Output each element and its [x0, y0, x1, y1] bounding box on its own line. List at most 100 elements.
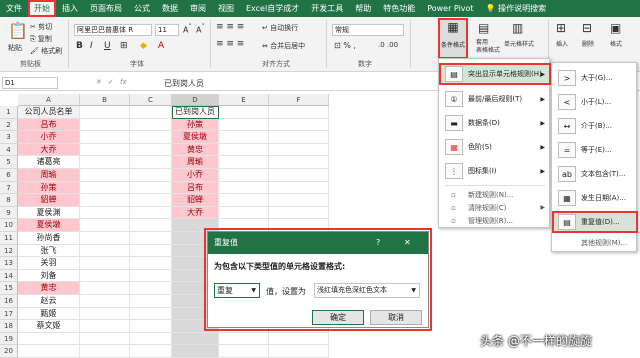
column-header-a[interactable]: A [18, 94, 80, 106]
column-header-b[interactable]: B [80, 94, 130, 106]
cell-c15[interactable] [130, 282, 172, 295]
menu-item-highlight-rules[interactable]: ▤ 突出显示单元格规则(H) ▶ [439, 63, 551, 85]
grow-font-icon[interactable]: A˄ [183, 23, 192, 35]
submenu-item-equal-to[interactable]: = 等于(E)... [552, 139, 638, 161]
cell-a17[interactable]: 甄姬 [18, 307, 80, 321]
row-header[interactable]: 20 [0, 345, 18, 358]
insert-cells-button[interactable]: 插入 [556, 39, 568, 48]
delete-cells-button[interactable]: 删除 [582, 39, 594, 48]
tab-developer[interactable]: 开发工具 [305, 0, 349, 17]
enter-icon[interactable]: ✓ [108, 78, 114, 86]
cell-b3[interactable] [80, 131, 130, 144]
help-button[interactable]: ? [376, 232, 380, 254]
cell-d4[interactable]: 黄忠 [172, 143, 219, 157]
copy-button[interactable]: ⎘ 复制 [30, 34, 52, 44]
font-name-select[interactable]: 阿里巴巴普惠体 R [74, 24, 152, 36]
cell-c5[interactable] [130, 156, 172, 169]
menu-item-color-scales[interactable]: ▦ 色阶(S) ▶ [439, 137, 551, 157]
row-header[interactable]: 14 [0, 269, 18, 283]
cell-c3[interactable] [130, 131, 172, 144]
row-header[interactable]: 12 [0, 244, 18, 258]
cell-d20[interactable] [172, 345, 219, 358]
row-header[interactable]: 11 [0, 232, 18, 245]
wrap-text-button[interactable]: ↵ 自动换行 [262, 23, 298, 33]
cell-a4[interactable]: 大乔 [18, 143, 80, 157]
cell-c2[interactable] [130, 118, 172, 132]
menu-item-icon-sets[interactable]: ⋮ 图标集(I) ▶ [439, 161, 551, 181]
shrink-font-icon[interactable]: A˅ [196, 23, 205, 35]
cell-a5[interactable]: 诸葛亮 [18, 156, 80, 169]
cell-a8[interactable]: 貂蝉 [18, 194, 80, 207]
row-header[interactable]: 1 [0, 106, 18, 119]
cell-c10[interactable] [130, 219, 172, 232]
row-header[interactable]: 18 [0, 320, 18, 333]
underline-button[interactable]: U [104, 41, 111, 51]
tab-formulas[interactable]: 公式 [128, 0, 156, 17]
cell-a20[interactable] [18, 345, 80, 358]
cell-e19[interactable] [219, 332, 269, 346]
cell-style-button[interactable]: 单元格样式 [504, 39, 534, 48]
tab-help[interactable]: 帮助 [349, 0, 377, 17]
cell-c8[interactable] [130, 194, 172, 207]
cell-f5[interactable] [269, 156, 329, 169]
value-type-select[interactable]: 重复 ▼ [214, 283, 260, 298]
row-header[interactable]: 17 [0, 307, 18, 321]
cell-f6[interactable] [269, 169, 329, 182]
cell-e6[interactable] [219, 169, 269, 182]
tab-file[interactable]: 文件 [0, 0, 28, 17]
function-icon[interactable]: fx [120, 78, 127, 86]
row-header[interactable]: 9 [0, 206, 18, 220]
cell-b15[interactable] [80, 282, 130, 295]
border-icon[interactable]: ⊞ [120, 41, 128, 51]
cell-e7[interactable] [219, 181, 269, 195]
row-header[interactable]: 16 [0, 295, 18, 308]
cell-b7[interactable] [80, 181, 130, 195]
decimal-icon[interactable]: .0 .00 [378, 41, 398, 49]
cell-c11[interactable] [130, 232, 172, 245]
cell-a19[interactable] [18, 332, 80, 346]
cell-a16[interactable]: 赵云 [18, 295, 80, 308]
submenu-item-date-occurring[interactable]: ▦ 发生日期(A)... [552, 187, 638, 209]
row-header[interactable]: 2 [0, 118, 18, 132]
fill-color-icon[interactable]: ◆ [140, 41, 147, 51]
cell-d19[interactable] [172, 332, 219, 346]
cell-c13[interactable] [130, 257, 172, 270]
cancel-button[interactable]: 取消 [370, 310, 422, 325]
cell-a6[interactable]: 周瑜 [18, 169, 80, 182]
cell-a12[interactable]: 张飞 [18, 244, 80, 258]
cell-f8[interactable] [269, 194, 329, 207]
cell-b14[interactable] [80, 269, 130, 283]
cell-b18[interactable] [80, 320, 130, 333]
cancel-icon[interactable]: ✕ [96, 78, 102, 86]
cell-f2[interactable] [269, 118, 329, 132]
cell-c4[interactable] [130, 143, 172, 157]
cell-b2[interactable] [80, 118, 130, 132]
cell-c6[interactable] [130, 169, 172, 182]
row-header[interactable]: 15 [0, 282, 18, 295]
cell-b20[interactable] [80, 345, 130, 358]
cell-a2[interactable]: 吕布 [18, 118, 80, 132]
cell-c12[interactable] [130, 244, 172, 258]
menu-item-new-rule[interactable]: ▫ 新建规则(N)... [439, 189, 551, 200]
cell-c17[interactable] [130, 307, 172, 321]
cell-d6[interactable]: 小乔 [172, 169, 219, 182]
cell-b4[interactable] [80, 143, 130, 157]
column-header-e[interactable]: E [219, 94, 269, 106]
cell-b19[interactable] [80, 332, 130, 346]
tab-home[interactable]: 开始 [28, 0, 56, 17]
align-top-icon[interactable]: ≡ ≡ ≡ [216, 22, 244, 32]
tab-insert[interactable]: 插入 [56, 0, 84, 17]
format-cells-button[interactable]: 格式 [610, 39, 622, 48]
cell-b10[interactable] [80, 219, 130, 232]
cell-b8[interactable] [80, 194, 130, 207]
tab-view[interactable]: 视图 [212, 0, 240, 17]
menu-item-manage-rules[interactable]: ▫ 管理规则(R)... [439, 215, 551, 226]
cell-d3[interactable]: 夏侯墩 [172, 131, 219, 144]
merge-center-button[interactable]: ⇔ 合并后居中 [262, 41, 305, 51]
cell-a7[interactable]: 孙策 [18, 181, 80, 195]
cell-b1[interactable] [80, 106, 130, 119]
ok-button[interactable]: 确定 [312, 310, 364, 325]
row-header[interactable]: 13 [0, 257, 18, 270]
cell-d1[interactable]: 已到岗人员 [172, 106, 219, 119]
cell-f9[interactable] [269, 206, 329, 220]
